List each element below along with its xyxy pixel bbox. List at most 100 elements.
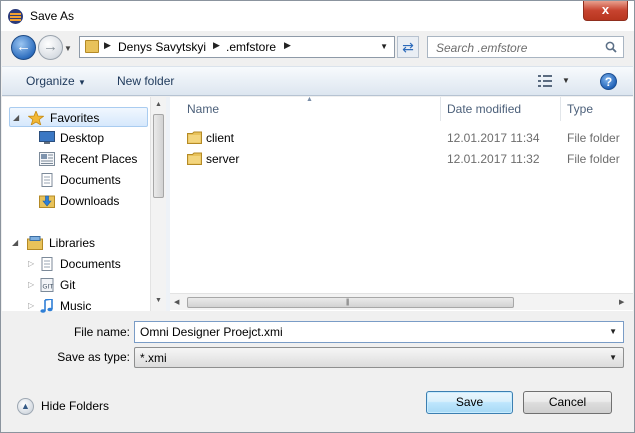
search-placeholder: Search .emfstore xyxy=(436,41,528,55)
column-divider[interactable] xyxy=(560,97,561,121)
file-type: File folder xyxy=(567,152,620,166)
file-type: File folder xyxy=(567,131,620,145)
expand-triangle-icon[interactable]: ▷ xyxy=(28,280,34,289)
save-as-type-value: *.xmi xyxy=(140,351,167,365)
expand-triangle-icon[interactable]: ▷ xyxy=(28,259,34,268)
file-name: client xyxy=(206,131,235,145)
file-date-modified: 12.01.2017 11:34 xyxy=(447,131,540,145)
save-button[interactable]: Save xyxy=(426,391,513,414)
nav-item-label: Documents xyxy=(60,257,121,271)
organize-label: Organize xyxy=(26,74,75,88)
nav-item-label: Downloads xyxy=(60,194,120,208)
breadcrumb-item[interactable]: Denys Savytskyi xyxy=(118,40,206,54)
eclipse-app-icon xyxy=(8,9,23,24)
recent-pages-dropdown-icon[interactable]: ▼ xyxy=(64,44,72,53)
save-as-type-label: Save as type: xyxy=(57,350,130,364)
column-header-date-modified[interactable]: Date modified xyxy=(447,102,521,116)
search-icon[interactable] xyxy=(605,41,617,53)
nav-item-label: Git xyxy=(60,278,76,292)
scroll-down-icon[interactable]: ▼ xyxy=(155,297,162,304)
file-row[interactable]: client 12.01.2017 11:34 File folder xyxy=(170,128,633,148)
nav-group-label: Favorites xyxy=(50,111,100,125)
hide-folders-label: Hide Folders xyxy=(41,399,110,413)
navigation-pane: ◢ Favorites Desktop Recent Places Docume… xyxy=(2,97,166,313)
scrollbar-grip-icon: ||| xyxy=(346,299,350,306)
nav-item-recent-places[interactable]: Recent Places xyxy=(2,149,150,169)
column-divider[interactable] xyxy=(440,97,441,121)
scroll-right-icon[interactable]: ▶ xyxy=(619,298,624,306)
nav-item-label: Documents xyxy=(60,173,121,187)
nav-item-documents[interactable]: Documents xyxy=(2,170,150,190)
close-button[interactable]: x xyxy=(583,1,628,21)
file-date-modified: 12.01.2017 11:32 xyxy=(447,152,540,166)
nav-item-desktop[interactable]: Desktop xyxy=(2,128,150,148)
address-history-dropdown-icon[interactable]: ▼ xyxy=(380,42,388,51)
forward-arrow-icon: → xyxy=(43,38,58,55)
chevron-down-icon[interactable]: ▼ xyxy=(609,353,617,362)
back-arrow-icon: ← xyxy=(16,38,31,55)
folder-icon xyxy=(187,131,202,144)
chevron-down-icon[interactable]: ▼ xyxy=(609,327,617,336)
star-icon xyxy=(28,111,44,125)
file-list-horizontal-scrollbar[interactable]: ◀ ||| ▶ xyxy=(170,293,633,310)
back-button[interactable]: ← xyxy=(11,35,36,60)
breadcrumb-item[interactable]: .emfstore xyxy=(226,40,276,54)
expand-triangle-icon[interactable]: ▷ xyxy=(28,301,34,310)
save-as-dialog: Save As x ← → ▼ ▶ Denys Savytskyi ▶ .emf… xyxy=(0,0,635,433)
save-as-type-select[interactable]: *.xmi ▼ xyxy=(134,347,624,368)
column-header-type[interactable]: Type xyxy=(567,102,593,116)
file-name-field[interactable]: Omni Designer Proejct.xmi ▼ xyxy=(134,321,624,343)
file-name-label: File name: xyxy=(73,325,130,339)
search-input[interactable]: Search .emfstore xyxy=(427,36,624,58)
new-folder-button[interactable]: New folder xyxy=(117,74,174,88)
documents-icon xyxy=(41,173,53,187)
downloads-icon xyxy=(39,195,55,208)
organize-button[interactable]: Organize ▼ xyxy=(26,74,86,88)
libraries-icon xyxy=(27,236,43,250)
window-title: Save As xyxy=(30,9,75,23)
documents-icon xyxy=(41,257,53,271)
refresh-button[interactable]: ⇄ xyxy=(397,36,419,58)
nav-group-label: Libraries xyxy=(49,236,96,250)
address-bar[interactable]: ▶ Denys Savytskyi ▶ .emfstore ▶ ▼ xyxy=(79,36,395,58)
chevron-up-icon: ▲ xyxy=(17,398,34,415)
git-icon: GIT xyxy=(40,278,54,292)
folder-icon xyxy=(85,40,99,53)
address-row: ← → ▼ ▶ Denys Savytskyi ▶ .emfstore ▶ ▼ … xyxy=(1,31,634,63)
scrollbar-thumb[interactable]: ||| xyxy=(187,297,514,308)
scroll-left-icon[interactable]: ◀ xyxy=(174,298,179,306)
music-icon xyxy=(40,299,53,313)
desktop-icon xyxy=(39,131,55,144)
breadcrumb-separator-icon[interactable]: ▶ xyxy=(213,40,220,51)
column-header-name[interactable]: Name xyxy=(187,102,219,116)
chevron-down-icon: ▼ xyxy=(78,78,86,87)
forward-button[interactable]: → xyxy=(38,35,63,60)
refresh-icon: ⇄ xyxy=(402,39,414,55)
help-icon[interactable]: ? xyxy=(600,73,617,90)
navigation-scrollbar[interactable]: ▲ ▼ xyxy=(150,97,166,311)
file-list: ▲ Name Date modified Type client 12.01.2… xyxy=(170,96,633,311)
title-bar: Save As x xyxy=(1,1,634,31)
nav-item-library-documents[interactable]: ▷ Documents xyxy=(2,254,150,274)
sort-ascending-icon: ▲ xyxy=(306,96,313,103)
nav-item-libraries[interactable]: ◢ Libraries xyxy=(9,233,157,253)
svg-text:GIT: GIT xyxy=(42,283,53,291)
breadcrumb-separator-icon[interactable]: ▶ xyxy=(104,40,111,51)
folder-icon xyxy=(187,152,202,165)
nav-item-favorites[interactable]: ◢ Favorites xyxy=(9,107,148,127)
nav-item-music[interactable]: ▷ Music xyxy=(2,296,150,316)
view-options-dropdown-icon[interactable]: ▼ xyxy=(562,76,570,85)
file-name-value: Omni Designer Proejct.xmi xyxy=(140,325,283,339)
nav-item-downloads[interactable]: Downloads xyxy=(2,191,150,211)
breadcrumb-separator-icon[interactable]: ▶ xyxy=(284,40,291,51)
cancel-button[interactable]: Cancel xyxy=(523,391,612,414)
file-row[interactable]: server 12.01.2017 11:32 File folder xyxy=(170,149,633,169)
change-view-icon[interactable] xyxy=(538,75,552,87)
command-bar: Organize ▼ New folder ▼ ? xyxy=(2,66,633,96)
collapse-triangle-icon[interactable]: ◢ xyxy=(12,238,18,247)
scrollbar-thumb[interactable] xyxy=(153,114,164,198)
nav-item-git[interactable]: ▷ GIT Git xyxy=(2,275,150,295)
nav-item-label: Music xyxy=(60,299,92,313)
scroll-up-icon[interactable]: ▲ xyxy=(155,101,162,108)
collapse-triangle-icon[interactable]: ◢ xyxy=(13,113,19,122)
